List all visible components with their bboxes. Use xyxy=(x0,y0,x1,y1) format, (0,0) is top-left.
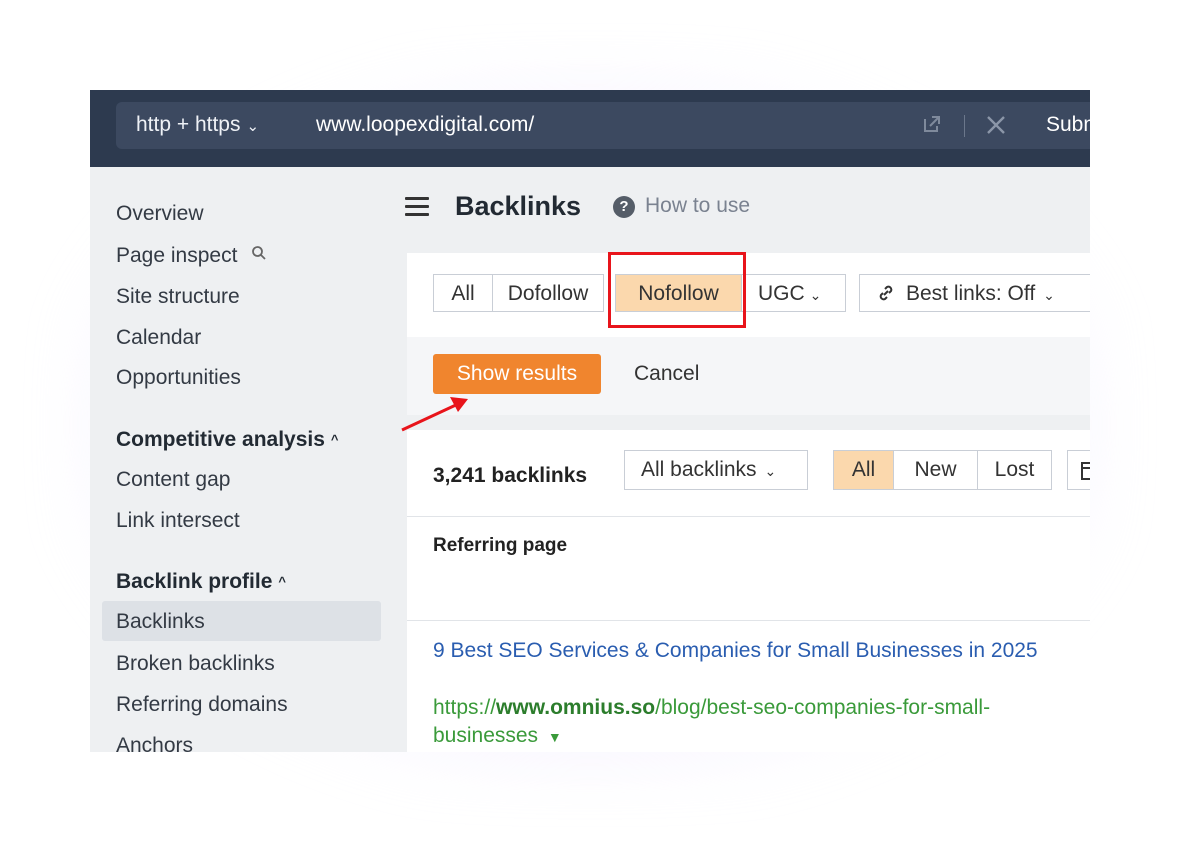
page-title: Backlinks xyxy=(455,191,582,221)
action-strip: Show results Cancel xyxy=(407,337,1090,415)
filter-all[interactable]: All xyxy=(433,274,493,312)
divider xyxy=(964,115,965,137)
chevron-down-icon: ⌄ xyxy=(764,463,777,479)
filter-panel: All Dofollow Nofollow UGC ⌄ Best links: O… xyxy=(407,253,1090,415)
tab-new[interactable]: New xyxy=(893,450,978,490)
backlinks-count: 3,241 backlinks xyxy=(433,464,588,487)
app-window: http + https ⌄ www.loopexdigital.com/ Sub… xyxy=(90,90,1090,752)
divider xyxy=(407,620,1090,621)
filter-dofollow[interactable]: Dofollow xyxy=(492,274,604,312)
how-to-use-link[interactable]: How to use xyxy=(645,194,750,218)
referring-page-url-link[interactable]: https://www.omnius.so/blog/best-seo-comp… xyxy=(433,694,1073,751)
sidebar-item-broken-backlinks[interactable]: Broken backlinks xyxy=(116,652,275,676)
caret-down-icon[interactable]: ▼ xyxy=(548,729,562,745)
sidebar-item-backlinks[interactable]: Backlinks xyxy=(116,610,205,634)
referring-page-title-link[interactable]: 9 Best SEO Services & Companies for Smal… xyxy=(433,637,1053,665)
sidebar-item-site-structure[interactable]: Site structure xyxy=(116,285,240,309)
chevron-up-icon: ^ xyxy=(330,432,339,447)
chevron-up-icon: ^ xyxy=(278,574,286,589)
results-panel: 3,241 backlinks All backlinks ⌄ All New L… xyxy=(407,430,1090,752)
section-backlink-profile[interactable]: Backlink profile ^ xyxy=(116,570,286,594)
filter-ugc-label: UGC xyxy=(758,282,805,305)
sidebar: Overview Page inspect Site structure Cal… xyxy=(90,167,395,752)
section-label: Backlink profile xyxy=(116,570,273,593)
top-bar: http + https ⌄ www.loopexdigital.com/ Sub… xyxy=(90,90,1090,167)
sidebar-item-calendar[interactable]: Calendar xyxy=(116,326,201,350)
divider xyxy=(407,516,1090,517)
tab-lost[interactable]: Lost xyxy=(977,450,1052,490)
calendar-button[interactable] xyxy=(1067,450,1090,490)
sidebar-item-content-gap[interactable]: Content gap xyxy=(116,468,230,492)
calendar-icon xyxy=(1081,462,1090,480)
filter-ugc[interactable]: UGC ⌄ xyxy=(741,274,846,312)
url-domain: www.omnius.so xyxy=(496,696,656,719)
chevron-down-icon: ⌄ xyxy=(246,118,260,135)
sidebar-item-opportunities[interactable]: Opportunities xyxy=(116,366,241,390)
all-backlinks-dropdown[interactable]: All backlinks ⌄ xyxy=(624,450,808,490)
tab-all[interactable]: All xyxy=(833,450,894,490)
page-header: Backlinks ? How to use xyxy=(405,187,1085,237)
section-label: Competitive analysis xyxy=(116,428,325,451)
chevron-down-icon: ⌄ xyxy=(1043,287,1055,303)
best-links-label: Best links: Off xyxy=(906,282,1036,305)
chevron-down-icon: ⌄ xyxy=(809,287,822,303)
link-icon xyxy=(879,285,893,301)
sidebar-item-referring-domains[interactable]: Referring domains xyxy=(116,693,288,717)
protocol-select[interactable]: http + https ⌄ xyxy=(136,113,259,137)
sidebar-item-overview[interactable]: Overview xyxy=(116,202,204,226)
menu-icon[interactable] xyxy=(405,197,429,217)
sidebar-item-page-inspect[interactable]: Page inspect xyxy=(116,244,267,268)
highlight-annotation xyxy=(608,252,746,328)
protocol-label: http + https xyxy=(136,113,241,136)
open-external-icon[interactable] xyxy=(922,114,942,134)
help-icon[interactable]: ? xyxy=(613,196,635,218)
url-prefix: https:// xyxy=(433,696,497,719)
show-results-button[interactable]: Show results xyxy=(433,354,601,394)
sidebar-item-label: Page inspect xyxy=(116,244,238,267)
best-links-dropdown[interactable]: Best links: Off ⌄ xyxy=(859,274,1090,312)
dropdown-label: All backlinks xyxy=(641,458,757,481)
cancel-button[interactable]: Cancel xyxy=(634,354,699,394)
submit-button[interactable]: Subm xyxy=(1046,113,1090,137)
url-box: http + https ⌄ www.loopexdigital.com/ Sub… xyxy=(116,102,1090,149)
close-icon[interactable] xyxy=(985,114,1007,136)
sidebar-item-link-intersect[interactable]: Link intersect xyxy=(116,509,240,533)
url-input[interactable]: www.loopexdigital.com/ xyxy=(316,113,534,137)
sidebar-item-anchors[interactable]: Anchors xyxy=(116,734,193,752)
search-icon xyxy=(252,246,266,260)
section-competitive-analysis[interactable]: Competitive analysis ^ xyxy=(116,428,339,452)
column-header-referring-page: Referring page xyxy=(433,535,568,556)
